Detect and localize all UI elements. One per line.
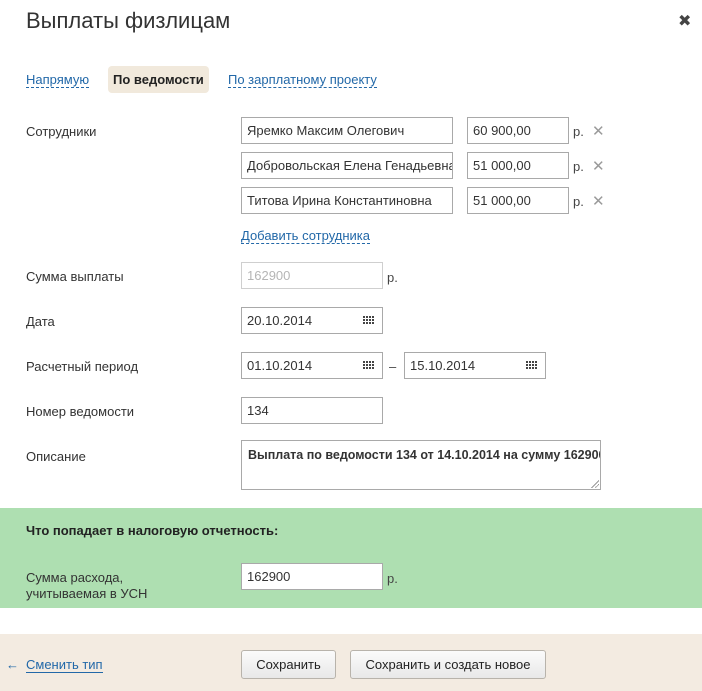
arrow-left-icon: ← (6, 657, 19, 672)
currency-label: р. (573, 124, 584, 139)
expense-label-line1: Сумма расхода, (26, 570, 124, 585)
statement-number-field[interactable]: 134 (241, 397, 383, 424)
employees-label: Сотрудники (26, 124, 97, 139)
currency-label: р. (573, 159, 584, 174)
calendar-icon[interactable] (526, 361, 537, 370)
tab-direct[interactable]: Напрямую (26, 72, 90, 88)
employee-amount-field[interactable]: 60 900,00 (467, 117, 569, 144)
save-and-new-button[interactable]: Сохранить и создать новое (350, 650, 546, 679)
resize-grip-icon[interactable] (590, 479, 599, 488)
currency-label: р. (573, 194, 584, 209)
period-dash: – (389, 359, 397, 374)
tab-by-statement[interactable]: По ведомости (108, 66, 209, 93)
employee-name-field[interactable]: Титова Ирина Константиновна (241, 187, 453, 214)
dialog-title: Выплаты физлицам (26, 8, 231, 33)
date-label: Дата (26, 314, 55, 329)
employee-name-field[interactable]: Добровольская Елена Генадьевна (241, 152, 453, 179)
change-type-link[interactable]: Сменить тип (26, 657, 103, 673)
remove-employee-icon[interactable]: ✕ (592, 124, 605, 139)
currency-label: р. (387, 571, 398, 586)
description-value: Выплата по ведомости 134 от 14.10.2014 н… (248, 448, 601, 462)
tax-section-title: Что попадает в налоговую отчетность: (26, 523, 279, 538)
employee-amount-field[interactable]: 51 000,00 (467, 187, 569, 214)
period-from-value: 01.10.2014 (247, 358, 313, 373)
date-value: 20.10.2014 (247, 313, 313, 328)
description-field[interactable]: Выплата по ведомости 134 от 14.10.2014 н… (241, 440, 601, 490)
calendar-icon[interactable] (363, 361, 374, 370)
tab-salary-project[interactable]: По зарплатному проекту (228, 72, 377, 88)
calendar-icon[interactable] (363, 316, 374, 325)
expense-sum-field[interactable]: 162900 (241, 563, 383, 590)
employee-amount-field[interactable]: 51 000,00 (467, 152, 569, 179)
expense-label-line2: учитываемая в УСН (26, 586, 148, 601)
payment-sum-field: 162900 (241, 262, 383, 289)
period-to-value: 15.10.2014 (410, 358, 476, 373)
remove-employee-icon[interactable]: ✕ (592, 159, 605, 174)
description-label: Описание (26, 449, 86, 464)
period-label: Расчетный период (26, 359, 139, 374)
save-button[interactable]: Сохранить (241, 650, 336, 679)
period-to-field[interactable]: 15.10.2014 (404, 352, 546, 379)
currency-label: р. (387, 270, 398, 285)
add-employee-link[interactable]: Добавить сотрудника (241, 228, 370, 244)
payment-sum-label: Сумма выплаты (26, 269, 124, 284)
period-from-field[interactable]: 01.10.2014 (241, 352, 383, 379)
statement-number-label: Номер ведомости (26, 404, 135, 419)
date-field[interactable]: 20.10.2014 (241, 307, 383, 334)
remove-employee-icon[interactable]: ✕ (592, 194, 605, 209)
employee-name-field[interactable]: Яремко Максим Олегович (241, 117, 453, 144)
close-icon[interactable]: ✖ (678, 14, 691, 30)
